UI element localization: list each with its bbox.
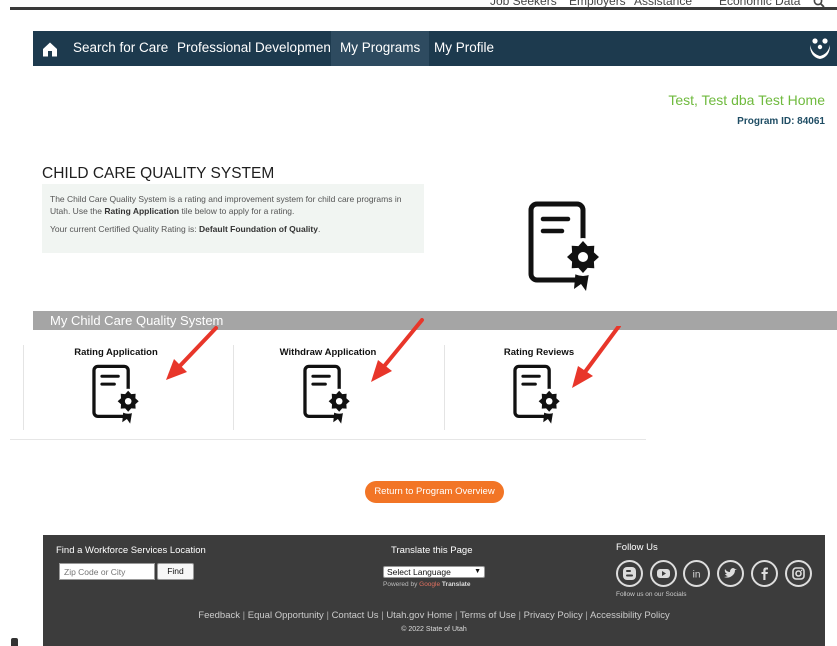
current-rating: Your current Certified Quality Rating is… (50, 224, 321, 234)
facebook-icon[interactable] (751, 560, 778, 587)
footer-link-utah-gov-home[interactable]: Utah.gov Home (386, 610, 452, 621)
page: Job Seekers Employers Assistance Economi… (0, 0, 837, 646)
powered-by-google: Powered by Google Translate (383, 581, 471, 588)
find-location-title: Find a Workforce Services Location (56, 545, 206, 556)
twitter-icon[interactable] (717, 560, 744, 587)
red-arrow-icon (572, 326, 621, 388)
follow-us-title: Follow Us (616, 542, 658, 553)
footer-link-terms-of-use[interactable]: Terms of Use (460, 610, 516, 621)
svg-text:in: in (693, 570, 701, 581)
utility-divider (10, 7, 837, 10)
feedback-tab[interactable] (11, 638, 18, 646)
footer-link-privacy-policy[interactable]: Privacy Policy (524, 610, 583, 621)
footer-links: Feedback | Equal Opportunity | Contact U… (198, 610, 670, 621)
nav-professional-development[interactable]: Professional Development (177, 31, 335, 66)
language-select-value: Select Language (387, 567, 451, 577)
footer-link-feedback[interactable]: Feedback (198, 610, 240, 621)
home-icon[interactable] (38, 37, 62, 61)
return-to-program-overview-button[interactable]: Return to Program Overview (365, 481, 504, 503)
follow-note: Follow us on our Socials (616, 591, 687, 598)
tile-divider (23, 345, 24, 430)
nav-search-for-care[interactable]: Search for Care (73, 31, 168, 66)
chevron-down-icon: ▼ (474, 568, 481, 575)
intro-panel: The Child Care Quality System is a ratin… (42, 184, 424, 253)
tiles-section-heading: My Child Care Quality System (33, 311, 837, 330)
certificate-icon (303, 364, 353, 424)
certificate-icon (528, 201, 604, 291)
red-arrow-icon (371, 318, 424, 382)
translate-title: Translate this Page (391, 545, 473, 556)
language-select[interactable]: Select Language ▼ (383, 566, 485, 578)
blogger-icon[interactable] (616, 560, 643, 587)
red-arrow-icon (166, 326, 218, 380)
tiles-divider (10, 439, 646, 440)
linkedin-icon[interactable]: in (683, 560, 710, 587)
family-logo-icon[interactable] (807, 35, 833, 61)
certificate-icon (92, 364, 142, 424)
intro-description: The Child Care Quality System is a ratin… (50, 194, 402, 216)
footer-link-equal-opportunity[interactable]: Equal Opportunity (248, 610, 324, 621)
account-name: Test, Test dba Test Home (668, 92, 825, 108)
find-button[interactable]: Find (157, 563, 194, 580)
youtube-icon[interactable] (650, 560, 677, 587)
footer-link-contact-us[interactable]: Contact Us (332, 610, 379, 621)
footer: Find a Workforce Services Location Find … (43, 535, 825, 646)
program-id: Program ID: 84061 (737, 116, 825, 127)
page-title: CHILD CARE QUALITY SYSTEM (42, 165, 275, 182)
nav-my-profile[interactable]: My Profile (434, 31, 494, 66)
footer-link-accessibility-policy[interactable]: Accessibility Policy (590, 610, 670, 621)
certificate-icon (513, 364, 563, 424)
zip-code-input[interactable] (59, 563, 155, 580)
copyright: © 2022 State of Utah (401, 626, 467, 633)
nav-my-programs[interactable]: My Programs (331, 31, 430, 66)
instagram-icon[interactable] (785, 560, 812, 587)
main-nav: Search for Care Professional Development… (33, 31, 837, 66)
